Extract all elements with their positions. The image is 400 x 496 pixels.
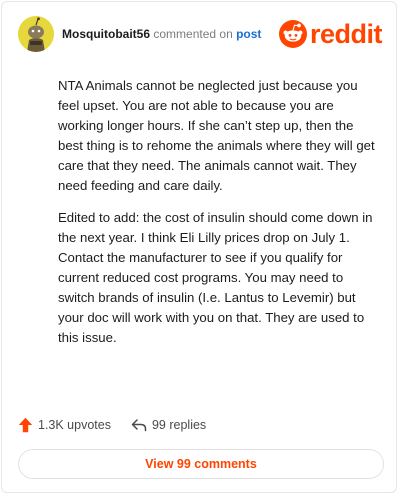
- upvote-count: 1.3K upvotes: [38, 418, 111, 432]
- reddit-logo-icon: [278, 20, 307, 48]
- comment-actions: 1.3K upvotes 99 replies: [18, 416, 206, 434]
- commented-on-text: commented on: [153, 27, 233, 41]
- comment-header: Mosquitobait56 commented on post reddit: [18, 16, 383, 52]
- reddit-logo[interactable]: reddit: [278, 19, 383, 49]
- upvote-arrow-icon: [18, 417, 33, 433]
- post-link[interactable]: post: [236, 27, 261, 41]
- comment-meta: Mosquitobait56 commented on post: [62, 27, 261, 41]
- replies-count: 99 replies: [151, 418, 207, 432]
- reddit-wordmark: reddit: [309, 19, 383, 49]
- reply-arrow-icon: [131, 419, 147, 432]
- comment-body: NTA Animals cannot be neglected just bec…: [58, 76, 380, 360]
- username-link[interactable]: Mosquitobait56: [62, 27, 150, 41]
- upvote-button[interactable]: 1.3K upvotes: [18, 417, 111, 433]
- comment-paragraph: Edited to add: the cost of insulin shoul…: [58, 210, 373, 345]
- comment-paragraph: NTA Animals cannot be neglected just bec…: [58, 78, 375, 193]
- comment-card: Mosquitobait56 commented on post reddit …: [1, 1, 397, 493]
- view-comments-button[interactable]: View 99 comments: [18, 449, 384, 479]
- snoo-avatar-icon[interactable]: [18, 16, 54, 52]
- replies-button[interactable]: 99 replies: [131, 418, 206, 432]
